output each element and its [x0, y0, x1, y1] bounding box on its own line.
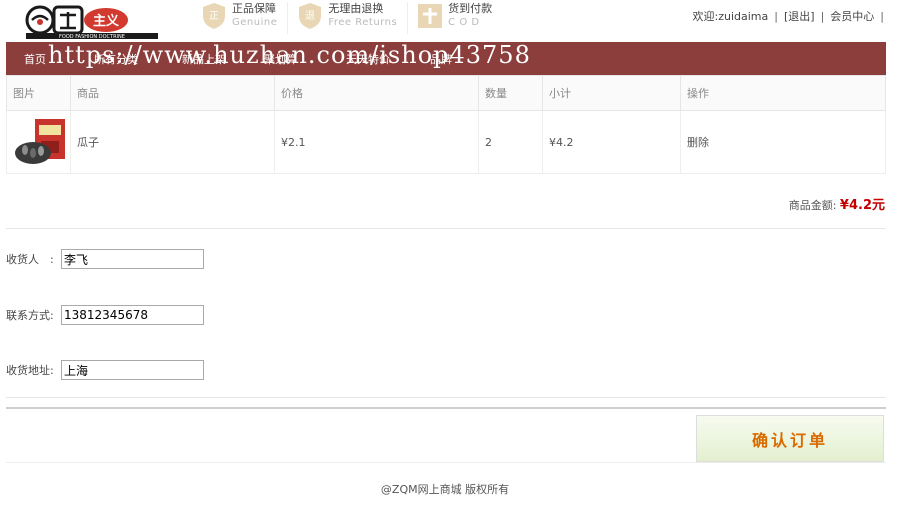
phone-input[interactable] — [61, 305, 204, 325]
footer-copyright: @ZQM网上商城 版权所有 — [380, 483, 510, 496]
header: 主义 FOOD FASHION DOCTRINE 正 正品保障 Genuine … — [0, 0, 900, 42]
svg-text:主义: 主义 — [93, 13, 120, 29]
member-center-link[interactable]: 会员中心 — [830, 10, 874, 23]
badge-subtitle: Genuine — [232, 17, 278, 28]
total-label: 商品金额: — [788, 199, 837, 212]
product-image[interactable] — [13, 117, 67, 167]
badge-title: 正品保障 — [232, 2, 276, 15]
service-badges: 正 正品保障 Genuine 退 无理由退换 Free Returns 货到付款… — [202, 2, 512, 36]
delete-link[interactable]: 删除 — [680, 110, 886, 174]
confirm-order-button[interactable]: 确认订单 — [696, 415, 884, 462]
col-subtotal: 小计 — [542, 75, 681, 111]
product-price: ¥2.1 — [274, 110, 479, 174]
cart-table: 图片 商品 价格 数量 小计 操作 瓜子 ¥2.1 2 ¥4.2 删除 — [6, 75, 886, 174]
svg-text:退: 退 — [305, 10, 315, 22]
logout-link[interactable]: [退出] — [784, 10, 815, 23]
cod-icon — [418, 2, 443, 30]
divider — [6, 407, 886, 409]
product-name[interactable]: 瓜子 — [70, 110, 275, 174]
logo[interactable]: 主义 FOOD FASHION DOCTRINE — [24, 4, 162, 40]
col-action: 操作 — [680, 75, 886, 111]
badge-title: 无理由退换 — [328, 2, 384, 15]
cart-header-row: 图片 商品 价格 数量 小计 操作 — [6, 75, 886, 111]
col-quantity: 数量 — [478, 75, 543, 111]
phone-label: 联系方式: — [6, 309, 54, 322]
genuine-icon: 正 — [202, 2, 226, 30]
phone-row: 联系方式: — [6, 305, 204, 325]
badge-subtitle: Free Returns — [328, 17, 398, 28]
table-row: 瓜子 ¥2.1 2 ¥4.2 删除 — [6, 110, 886, 174]
badge-subtitle: C O D — [448, 17, 480, 28]
total-amount: ¥4.2元 — [839, 198, 885, 213]
col-product: 商品 — [70, 75, 275, 111]
welcome-text: 欢迎:zuidaima — [692, 10, 769, 23]
nav-item-home[interactable]: 首页 — [24, 51, 46, 67]
svg-text:正: 正 — [209, 11, 219, 22]
badge-genuine: 正 正品保障 Genuine — [202, 2, 289, 34]
col-image: 图片 — [6, 75, 71, 111]
address-label: 收货地址: — [6, 364, 54, 377]
svg-text:FOOD FASHION DOCTRINE: FOOD FASHION DOCTRINE — [59, 34, 125, 40]
receiver-input[interactable] — [61, 249, 204, 269]
return-icon: 退 — [298, 2, 322, 30]
divider — [6, 462, 886, 463]
cart-total: 商品金额: ¥4.2元 — [789, 194, 885, 213]
col-price: 价格 — [274, 75, 479, 111]
divider — [6, 228, 886, 229]
badge-returns: 退 无理由退换 Free Returns — [298, 2, 409, 34]
badge-cod: 货到付款 C O D — [418, 2, 502, 34]
product-quantity: 2 — [478, 110, 543, 174]
user-bar: 欢迎:zuidaima | [退出] | 会员中心 | — [692, 10, 885, 23]
product-subtotal: ¥4.2 — [542, 110, 681, 174]
receiver-label: 收货人 : — [6, 253, 54, 266]
watermark-text: https://www.huzhan.com/ishop43758 — [48, 41, 531, 69]
badge-title: 货到付款 — [448, 2, 493, 15]
address-row: 收货地址: — [6, 360, 204, 380]
receiver-row: 收货人 : — [6, 249, 204, 269]
address-input[interactable] — [61, 360, 204, 380]
divider — [6, 397, 886, 398]
